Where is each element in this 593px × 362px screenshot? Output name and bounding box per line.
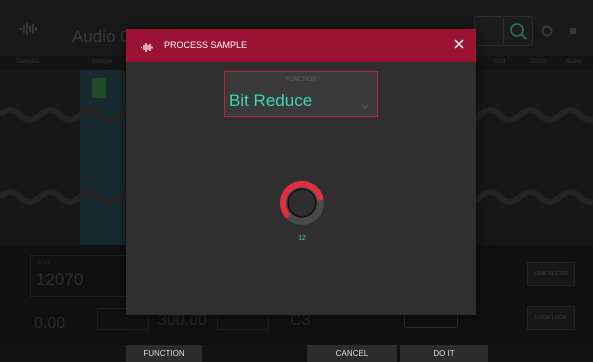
function-dropdown[interactable]: FUNCTION Bit Reduce	[224, 71, 378, 117]
dialog-title: PROCESS SAMPLE	[164, 40, 248, 50]
function-value: Bit Reduce	[229, 91, 313, 110]
close-icon[interactable]	[452, 37, 466, 51]
bottom-bar	[0, 345, 593, 362]
dialog-header: PROCESS SAMPLE	[126, 29, 476, 62]
process-sample-dialog: PROCESS SAMPLE FUNCTION Bit Reduce 12	[126, 29, 476, 315]
do-it-button[interactable]: DO IT	[400, 345, 488, 362]
waveform-icon	[140, 40, 154, 52]
function-label: FUNCTION	[285, 77, 317, 83]
knob-value: 12	[298, 235, 306, 242]
cancel-button[interactable]: CANCEL	[307, 345, 397, 362]
chevron-down-icon	[361, 97, 369, 109]
function-button[interactable]: FUNCTION	[126, 345, 202, 362]
bit-depth-knob[interactable]	[272, 173, 332, 233]
